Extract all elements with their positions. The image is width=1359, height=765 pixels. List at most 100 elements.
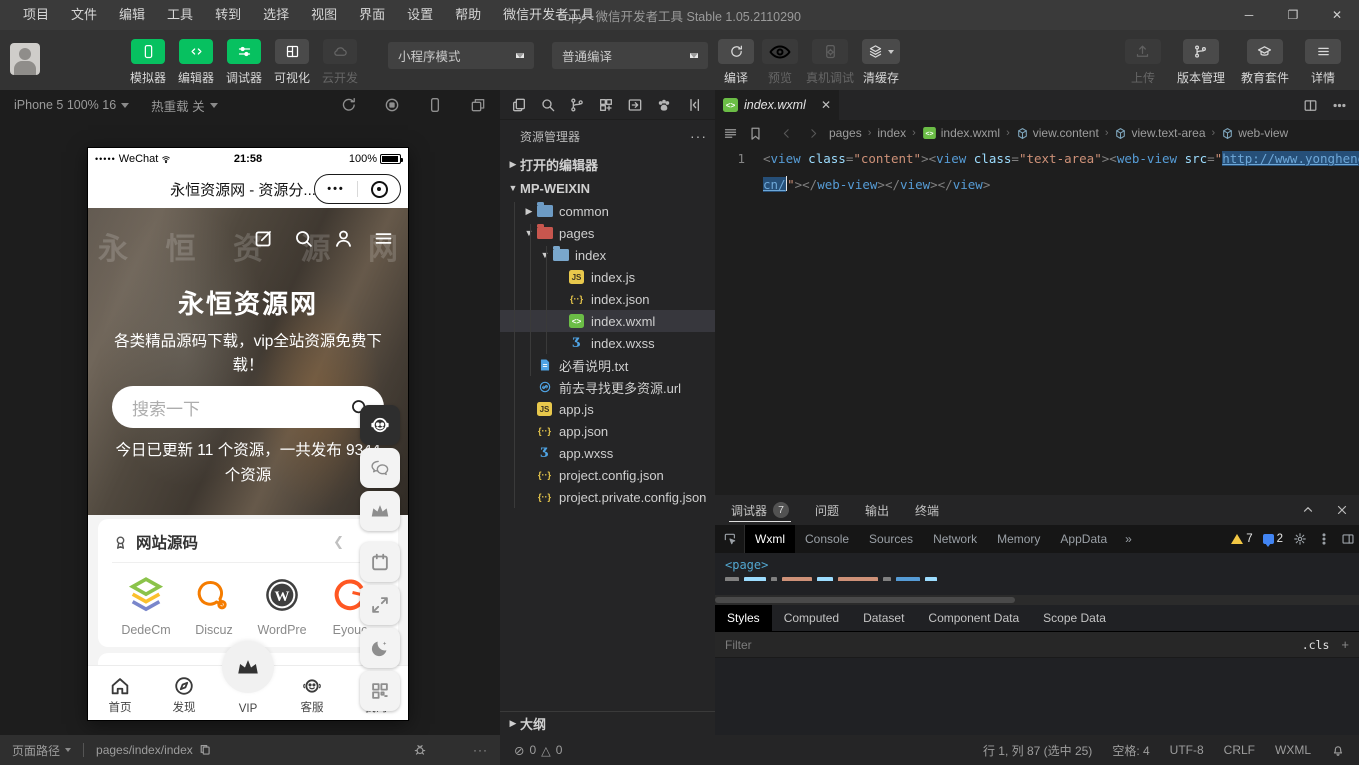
open-editor-icon[interactable] [627, 97, 643, 113]
rotate-device-icon[interactable] [341, 97, 357, 113]
open-editors-section[interactable]: ▶打开的编辑器 [500, 152, 715, 176]
statusbar-more-icon[interactable]: ··· [473, 743, 488, 757]
menu-item-5[interactable]: 选择 [252, 0, 300, 30]
debugger-tab-终端[interactable]: 终端 [909, 495, 945, 525]
indent-setting[interactable]: 空格: 4 [1112, 742, 1149, 759]
hot-reload-toggle[interactable]: 热重载 关 [151, 96, 217, 115]
outline-section[interactable]: ▶大纲 [500, 711, 715, 735]
mode-select[interactable]: 小程序模式 [388, 42, 534, 69]
language-mode[interactable]: WXML [1275, 743, 1311, 757]
files-icon[interactable] [511, 97, 527, 113]
editor-more-icon[interactable] [1332, 98, 1347, 113]
debugger-tab-输出[interactable]: 输出 [859, 495, 895, 525]
tab-VIP[interactable]: VIP [216, 666, 280, 720]
tree-item-project.config.json[interactable]: {··}project.config.json [500, 464, 715, 486]
dock-side-icon[interactable] [1341, 532, 1355, 546]
panel-button-模拟器[interactable]: 模拟器 [124, 39, 172, 86]
devtools-tab-Memory[interactable]: Memory [987, 525, 1050, 553]
code-line[interactable]: cn/"></web-view></view></view> [715, 172, 1359, 198]
style-tab-Component-Data[interactable]: Component Data [916, 605, 1031, 631]
tree-item-app.wxss[interactable]: Ʒapp.wxss [500, 442, 715, 464]
capsule-menu[interactable]: ••• [314, 174, 401, 204]
tab-index-wxml[interactable]: <> index.wxml ✕ [715, 90, 839, 120]
chevron-left-icon[interactable]: ❮ [333, 534, 344, 550]
tree-item-project.private.config.json[interactable]: {··}project.private.config.json [500, 486, 715, 508]
breadcrumb-item-view.text-area[interactable]: view.text-area [1114, 126, 1205, 140]
style-tab-Computed[interactable]: Computed [772, 605, 851, 631]
minimize-button[interactable]: ─ [1227, 0, 1271, 30]
menu-item-10[interactable]: 微信开发者工具 [492, 0, 605, 30]
menu-item-4[interactable]: 转到 [204, 0, 252, 30]
tree-item-index.wxml[interactable]: <>index.wxml [500, 310, 715, 332]
tree-item-pages[interactable]: ▼pages [500, 222, 715, 244]
devtools-tab-Wxml[interactable]: Wxml [745, 525, 795, 553]
source-control-icon[interactable] [569, 97, 585, 113]
inspect-element-icon[interactable] [723, 532, 737, 546]
tree-item-必看说明.txt[interactable]: 必看说明.txt [500, 354, 715, 376]
close-circle-icon[interactable] [358, 181, 400, 198]
breadcrumb-item-view.content[interactable]: view.content [1016, 126, 1099, 140]
filter-input[interactable]: Filter [725, 638, 1302, 652]
app-item-WordPre[interactable]: WWordPre [248, 575, 316, 637]
outline-toggle-icon[interactable] [723, 126, 738, 141]
nav-forward-icon[interactable] [807, 127, 820, 140]
float-wechat-button[interactable] [360, 448, 400, 488]
action-详情[interactable]: 详情 [1305, 39, 1341, 86]
device-select[interactable]: iPhone 5 100% 16 [14, 98, 129, 112]
elements-panel[interactable]: <page> [715, 553, 1359, 595]
breadcrumb-item-index[interactable]: index [877, 126, 906, 140]
user-icon[interactable] [333, 228, 354, 249]
panel-button-调试器[interactable]: 调试器 [220, 39, 268, 86]
search-icon[interactable] [540, 97, 556, 113]
bell-icon[interactable] [1331, 743, 1345, 757]
tab-客服[interactable]: 客服 [280, 666, 344, 720]
tree-item-index.js[interactable]: JSindex.js [500, 266, 715, 288]
add-style-icon[interactable]: + [1341, 637, 1349, 652]
tab-发现[interactable]: 发现 [152, 666, 216, 720]
bookmark-icon[interactable] [748, 126, 763, 141]
record-stop-icon[interactable] [384, 97, 400, 113]
maximize-button[interactable]: ❐ [1271, 0, 1315, 30]
style-tab-Styles[interactable]: Styles [715, 605, 772, 631]
avatar[interactable] [10, 43, 40, 75]
tree-item-app.json[interactable]: {··}app.json [500, 420, 715, 442]
style-tab-Scope-Data[interactable]: Scope Data [1031, 605, 1118, 631]
explorer-more-icon[interactable]: ··· [690, 128, 707, 144]
float-calendar-button[interactable] [360, 542, 400, 582]
elements-hscrollbar[interactable] [715, 595, 1359, 605]
devtools-more-tabs[interactable]: » [1117, 525, 1140, 553]
close-tab-icon[interactable]: ✕ [821, 98, 831, 112]
compile-select[interactable]: 普通编译 [552, 42, 708, 69]
float-robot-button[interactable] [360, 405, 400, 445]
action-清缓存[interactable]: 清缓存 [862, 39, 900, 86]
float-crown-button[interactable] [360, 491, 400, 531]
debugger-tab-调试器[interactable]: 调试器7 [725, 495, 795, 525]
app-item-Discuz[interactable]: Discuz [180, 575, 248, 637]
devtools-tab-Sources[interactable]: Sources [859, 525, 923, 553]
eol-setting[interactable]: CRLF [1224, 743, 1255, 757]
menu-item-1[interactable]: 文件 [60, 0, 108, 30]
tree-item-index.wxss[interactable]: Ʒindex.wxss [500, 332, 715, 354]
panel-button-编辑器[interactable]: 编辑器 [172, 39, 220, 86]
device-frame-icon[interactable] [427, 97, 443, 113]
menu-item-3[interactable]: 工具 [156, 0, 204, 30]
tree-item-index[interactable]: ▼index [500, 244, 715, 266]
menu-item-0[interactable]: 项目 [12, 0, 60, 30]
menu-item-7[interactable]: 界面 [348, 0, 396, 30]
close-panel-icon[interactable] [1335, 503, 1349, 517]
split-editor-icon[interactable] [1303, 98, 1318, 113]
float-moon-button[interactable] [360, 628, 400, 668]
menu-item-6[interactable]: 视图 [300, 0, 348, 30]
tree-item-app.js[interactable]: JSapp.js [500, 398, 715, 420]
breadcrumb-item-index.wxml[interactable]: <>index.wxml [922, 126, 1000, 140]
breadcrumb-item-pages[interactable]: pages [829, 126, 862, 140]
devtools-menu-icon[interactable] [1317, 532, 1331, 546]
extensions-icon[interactable] [598, 97, 614, 113]
close-button[interactable]: ✕ [1315, 0, 1359, 30]
page-node[interactable]: <page> [725, 558, 768, 572]
cls-toggle[interactable]: .cls [1302, 638, 1330, 652]
collapse-panel-icon[interactable] [1301, 503, 1315, 517]
more-dots-icon[interactable]: ••• [315, 183, 357, 195]
panel-button-云开发[interactable]: 云开发 [316, 39, 364, 86]
project-root[interactable]: ▼MP-WEIXIN [500, 176, 715, 200]
